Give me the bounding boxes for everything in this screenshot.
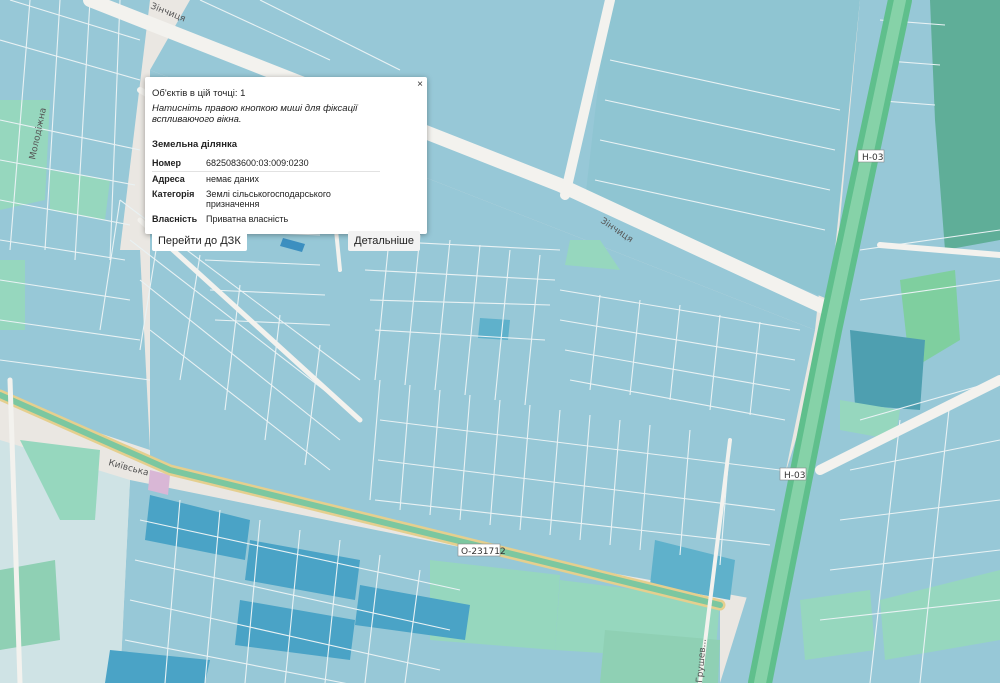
attr-value: Приватна власність	[206, 214, 289, 224]
attr-value: Землі сільськогосподарського призначення	[206, 189, 331, 209]
road-badge-h03-bottom-text: Н-03	[784, 471, 805, 481]
attr-key: Адреса	[152, 174, 185, 184]
popup-actions: Перейти до ДЗК Детальніше	[152, 231, 420, 251]
road-badge-h03-top: Н-03	[857, 149, 885, 163]
details-button[interactable]: Детальніше	[348, 231, 420, 251]
road-badge-h03-top-text: Н-03	[862, 153, 883, 163]
attr-key: Категорія	[152, 189, 195, 199]
road-badge-o231712-text: О-231712	[461, 547, 506, 557]
attr-row-category: Категорія Землі сільськогосподарського п…	[152, 187, 380, 212]
attr-row-address: Адреса немає даних	[152, 172, 380, 188]
attr-value: немає даних	[206, 174, 260, 184]
attr-row-number: Номер 6825083600:03:009:0230	[152, 156, 380, 172]
attr-row-ownership: Власність Приватна власність	[152, 212, 380, 227]
attr-key: Власність	[152, 214, 198, 224]
road-badge-h03-bottom: Н-03	[779, 467, 807, 481]
close-icon[interactable]: ×	[417, 79, 423, 91]
pin-hint: Натисніть правою кнопкою миші для фіксац…	[152, 103, 358, 125]
goto-dzk-button[interactable]: Перейти до ДЗК	[152, 231, 247, 251]
attr-value: 6825083600:03:009:0230	[206, 156, 380, 172]
parcel-attributes: Номер 6825083600:03:009:0230 Адреса нема…	[152, 156, 380, 227]
parcel-info-popup: × Об'єктів в цій точці: 1 Натисніть прав…	[145, 77, 427, 251]
section-title: Земельна ділянка	[152, 139, 237, 150]
objects-count: Об'єктів в цій точці: 1	[152, 88, 246, 99]
road-badge-o231712: О-231712	[457, 543, 506, 557]
attr-key: Номер	[152, 156, 206, 172]
